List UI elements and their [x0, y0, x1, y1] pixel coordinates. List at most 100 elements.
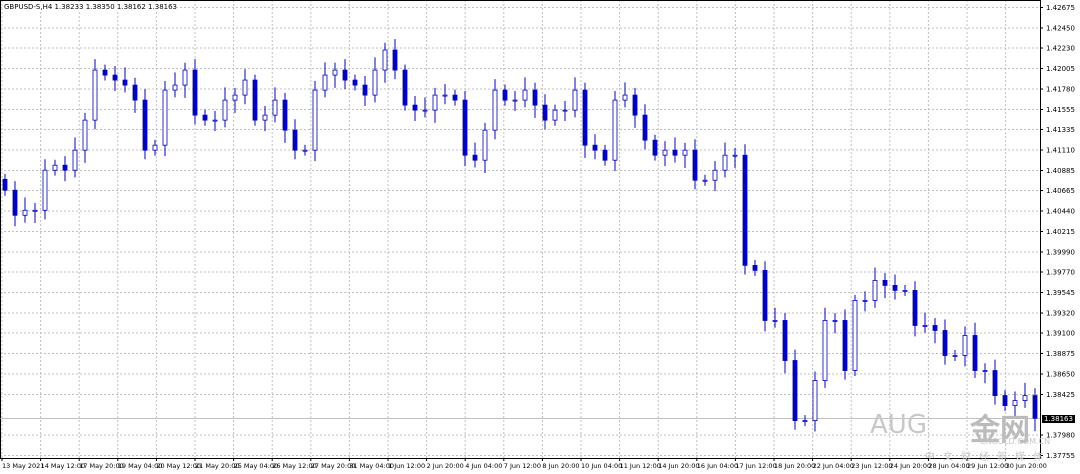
- candle: [672, 137, 678, 163]
- bear-candle-body: [112, 74, 118, 81]
- candle: [482, 122, 488, 173]
- bull-candle-body: [732, 154, 738, 157]
- price-label: 1.38650: [1046, 370, 1075, 378]
- candle: [582, 82, 588, 158]
- candle: [572, 77, 578, 118]
- bear-candle-body: [1032, 395, 1038, 419]
- candle: [52, 159, 58, 176]
- bear-candle-body: [362, 84, 368, 96]
- candle: [432, 87, 438, 123]
- time-label: 24 Jun 20:00: [890, 462, 931, 470]
- bull-candle-body: [232, 94, 238, 101]
- bear-candle-body: [752, 264, 758, 271]
- price-label: 1.40885: [1046, 167, 1075, 175]
- bear-candle-body: [992, 370, 998, 396]
- price-label: 1.40440: [1046, 208, 1075, 216]
- bear-candle-body: [402, 69, 408, 106]
- candle: [662, 141, 668, 167]
- candle: [852, 294, 858, 376]
- candle: [502, 84, 508, 106]
- bear-candle-body: [742, 154, 748, 266]
- bull-candle-body: [432, 94, 438, 111]
- time-label: 29 Jun 12:00: [967, 462, 1008, 470]
- bull-candle-body: [852, 300, 858, 371]
- candle: [942, 319, 948, 365]
- candle: [842, 309, 848, 380]
- bear-candle-body: [352, 79, 358, 86]
- candle: [112, 65, 118, 92]
- time-label: 7 Jun 12:00: [504, 462, 541, 470]
- bull-candle-body: [222, 99, 228, 121]
- bear-candle-body: [132, 84, 138, 101]
- candle: [312, 80, 318, 162]
- price-label: 1.41335: [1046, 126, 1075, 134]
- bear-candle-body: [582, 89, 588, 146]
- candle: [252, 74, 258, 126]
- candle: [472, 142, 478, 168]
- candle: [92, 59, 98, 130]
- price-label: 1.40215: [1046, 228, 1075, 236]
- price-label: 1.40665: [1046, 187, 1075, 195]
- bear-candle-body: [392, 49, 398, 71]
- candle: [12, 181, 18, 227]
- bull-candle-body: [312, 89, 318, 151]
- bear-candle-body: [202, 114, 208, 121]
- candle: [902, 284, 908, 296]
- candle: [722, 142, 728, 178]
- candle: [142, 89, 148, 160]
- bull-candle-body: [372, 69, 378, 96]
- bull-candle-body: [272, 99, 278, 116]
- price-label: 1.41780: [1046, 86, 1075, 94]
- bull-candle-body: [952, 355, 958, 357]
- candle: [792, 349, 798, 430]
- candlestick-chart[interactable]: 1.42675 1.42450 1.42230 1.42005 1.41780 1.415…: [0, 0, 1080, 474]
- price-label: 1.39770: [1046, 269, 1075, 277]
- bull-candle-body: [682, 149, 688, 156]
- bear-candle-body: [892, 284, 898, 291]
- bull-candle-body: [922, 325, 928, 327]
- price-label: 1.42675: [1046, 4, 1075, 12]
- candle: [272, 87, 278, 123]
- candle: [552, 104, 558, 126]
- bull-candle-body: [302, 149, 308, 152]
- candle: [992, 359, 998, 405]
- price-label: 1.39320: [1046, 309, 1075, 317]
- bear-candle-body: [882, 279, 888, 286]
- candle: [972, 322, 978, 378]
- time-label: 28 Jun 04:00: [928, 462, 969, 470]
- bull-candle-body: [822, 320, 828, 381]
- candle: [932, 318, 938, 344]
- bull-candle-body: [572, 89, 578, 111]
- bull-candle-body: [482, 129, 488, 161]
- candle: [532, 82, 538, 118]
- bull-candle-body: [722, 154, 728, 171]
- candle: [612, 91, 618, 172]
- candle: [302, 144, 308, 156]
- bear-candle-body: [122, 79, 128, 86]
- bear-candle-body: [602, 149, 608, 161]
- candle: [882, 273, 888, 299]
- candle: [292, 119, 298, 160]
- bull-candle-body: [92, 69, 98, 121]
- candle: [222, 87, 228, 128]
- bull-candle-body: [52, 164, 58, 171]
- price-label: 1.39100: [1046, 330, 1075, 338]
- candle: [392, 39, 398, 80]
- candle: [242, 69, 248, 105]
- bull-candle-body: [872, 279, 878, 301]
- price-label: 1.42005: [1046, 65, 1075, 73]
- candle: [262, 106, 268, 132]
- candle: [412, 96, 418, 122]
- bull-candle-body: [552, 109, 558, 121]
- bull-candle-body: [962, 335, 968, 356]
- time-label: 16 Jun 04:00: [697, 462, 738, 470]
- current-price-tag: 1.38163: [1042, 415, 1075, 423]
- candle: [712, 161, 718, 192]
- bull-candle-body: [622, 94, 628, 101]
- price-label: 1.41110: [1046, 147, 1075, 155]
- candle: [912, 281, 918, 337]
- price-label: 1.42450: [1046, 25, 1075, 33]
- bull-candle-body: [422, 109, 428, 112]
- bull-candle-body: [262, 114, 268, 121]
- candle: [682, 142, 688, 168]
